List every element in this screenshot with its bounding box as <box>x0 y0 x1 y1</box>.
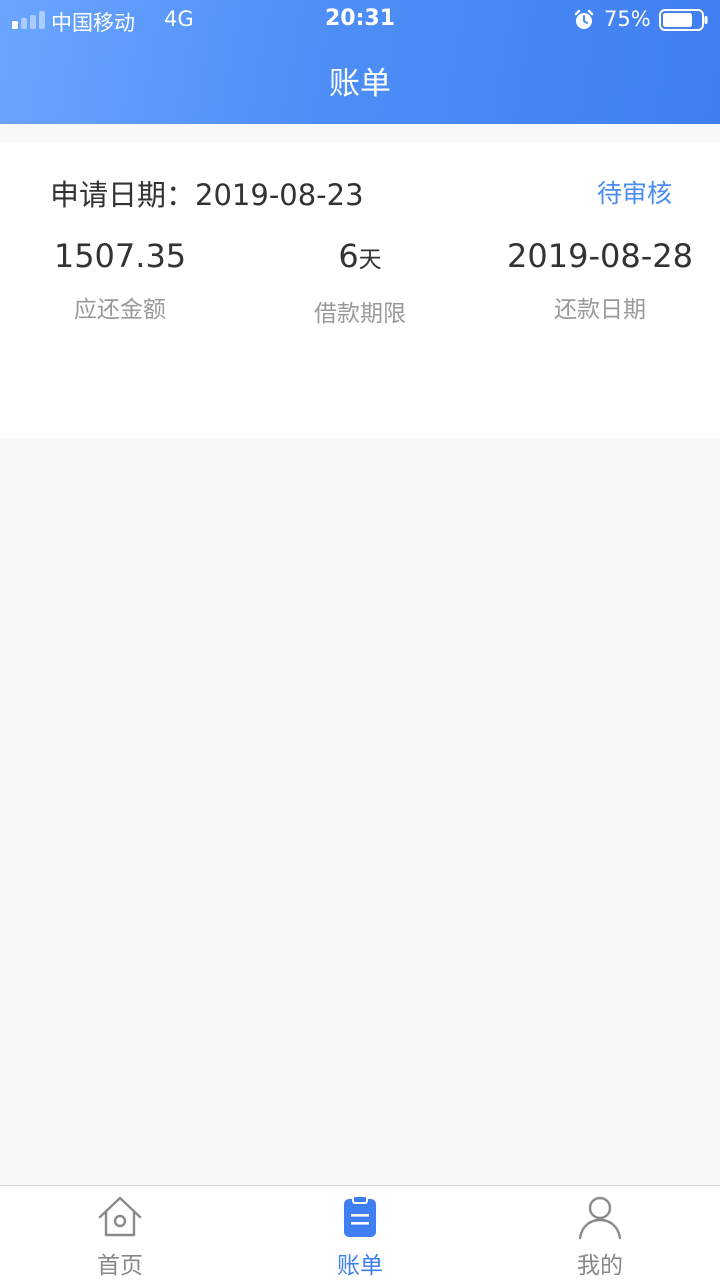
amount-label: 应还金额 <box>74 297 166 323</box>
battery-percent: 75% <box>604 7 651 31</box>
due-date-value: 2019-08-28 <box>507 237 693 275</box>
apply-date-value: 2019-08-23 <box>195 178 364 212</box>
apply-date-row: 申请日期：2019-08-23 <box>50 172 364 214</box>
term-value: 6 <box>338 237 359 275</box>
home-icon <box>98 1196 142 1237</box>
status-badge[interactable]: 待审核 <box>597 174 672 210</box>
bill-card[interactable]: 申请日期：2019-08-23 待审核 1507.35 应还金额 6天 借款期限… <box>0 142 720 438</box>
battery-icon <box>659 9 708 31</box>
user-icon <box>578 1196 622 1240</box>
tab-bill[interactable]: 账单 <box>240 1186 480 1281</box>
tab-home[interactable]: 首页 <box>0 1186 240 1281</box>
alarm-icon <box>574 9 594 29</box>
due-date-label: 还款日期 <box>554 297 646 323</box>
amount-column: 1507.35 应还金额 <box>0 234 240 324</box>
bill-icon <box>344 1195 376 1237</box>
term-unit: 天 <box>358 247 382 273</box>
top-header: 中国移动 4G 20:31 75% 账单 <box>0 0 720 124</box>
tab-mine[interactable]: 我的 <box>480 1186 720 1281</box>
term-value-row: 6天 <box>240 234 480 282</box>
tab-bar: 首页 账单 我的 <box>0 1185 720 1281</box>
amount-value: 1507.35 <box>53 237 187 275</box>
tab-home-label: 首页 <box>97 1253 143 1279</box>
apply-date-label: 申请日期： <box>50 178 196 212</box>
page-title: 账单 <box>329 66 391 102</box>
status-bar: 中国移动 4G 20:31 75% <box>0 0 720 40</box>
term-column: 6天 借款期限 <box>240 234 480 328</box>
due-column: 2019-08-28 还款日期 <box>480 234 720 324</box>
tab-bill-label: 账单 <box>337 1253 383 1279</box>
tab-mine-label: 我的 <box>577 1253 623 1279</box>
term-label: 借款期限 <box>314 301 406 327</box>
